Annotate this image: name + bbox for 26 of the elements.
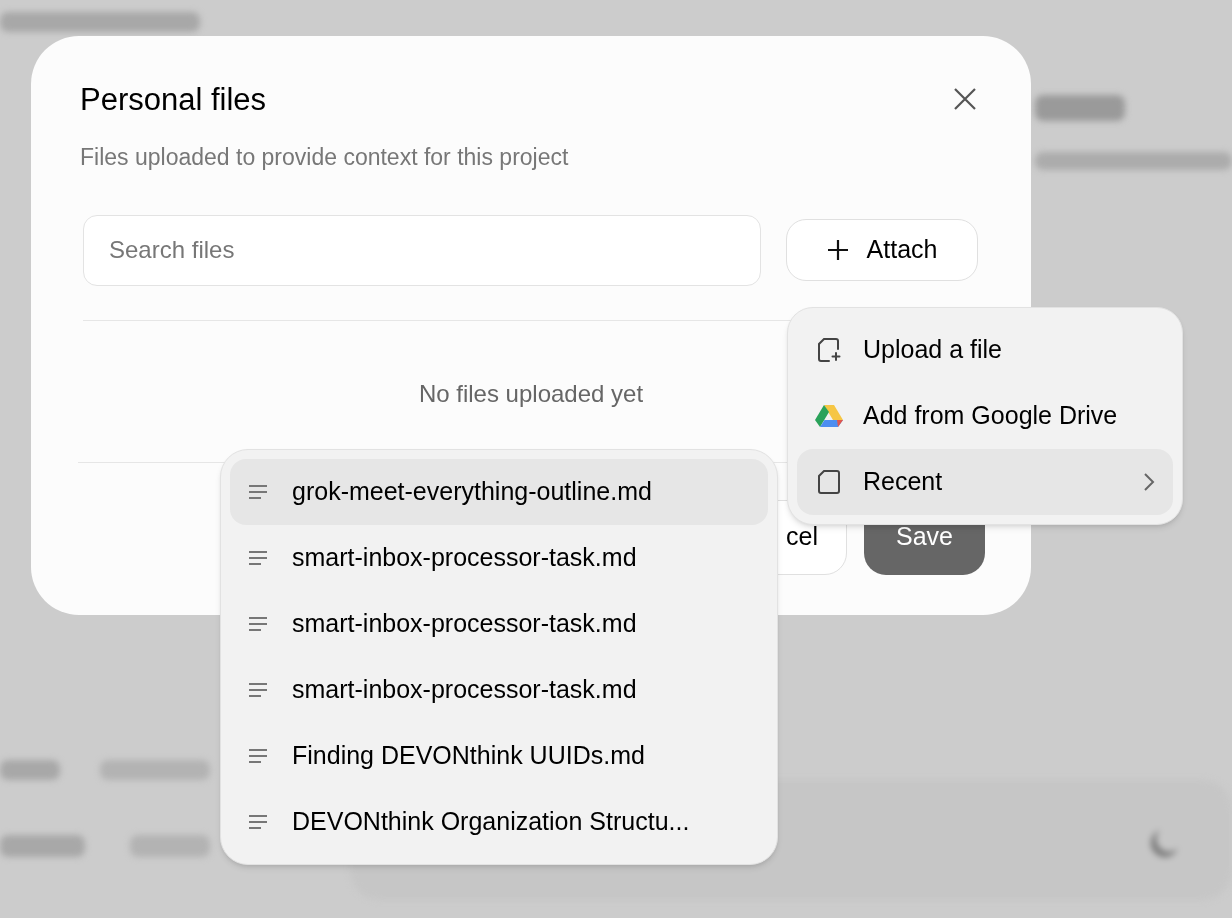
recent-file-item[interactable]: Finding DEVONthink UUIDs.md [230,723,768,789]
close-icon[interactable] [952,86,978,112]
recent-file-item[interactable]: DEVONthink Organization Structu... [230,789,768,855]
text-lines-icon [248,484,268,500]
text-lines-icon [248,550,268,566]
text-lines-icon [248,814,268,830]
file-plus-icon [817,337,841,363]
dialog-subtitle: Files uploaded to provide context for this project [80,143,570,172]
empty-message: No files uploaded yet [417,378,645,409]
menu-item[interactable]: Add from Google Drive [797,383,1173,449]
recent-file-item[interactable]: smart-inbox-processor-task.md [230,525,768,591]
plus-icon [826,239,849,261]
chevron-right-icon [1143,472,1155,492]
menu-item[interactable]: Recent [797,449,1173,515]
search-field[interactable]: Search files [83,214,761,286]
text-lines-icon [248,682,268,698]
text-lines-icon [248,616,268,632]
text-lines-icon [248,748,268,764]
drive-icon [815,404,843,428]
recent-file-item[interactable]: smart-inbox-processor-task.md [230,657,768,723]
recent-file-item[interactable]: smart-inbox-processor-task.md [230,591,768,657]
recent-file-item[interactable]: grok-meet-everything-outline.md [230,459,768,525]
attach-button[interactable]: Attach [786,219,978,281]
page-icon [817,469,841,495]
dialog-title: Personal files [80,81,267,119]
menu-item[interactable]: Upload a file [797,317,1173,383]
